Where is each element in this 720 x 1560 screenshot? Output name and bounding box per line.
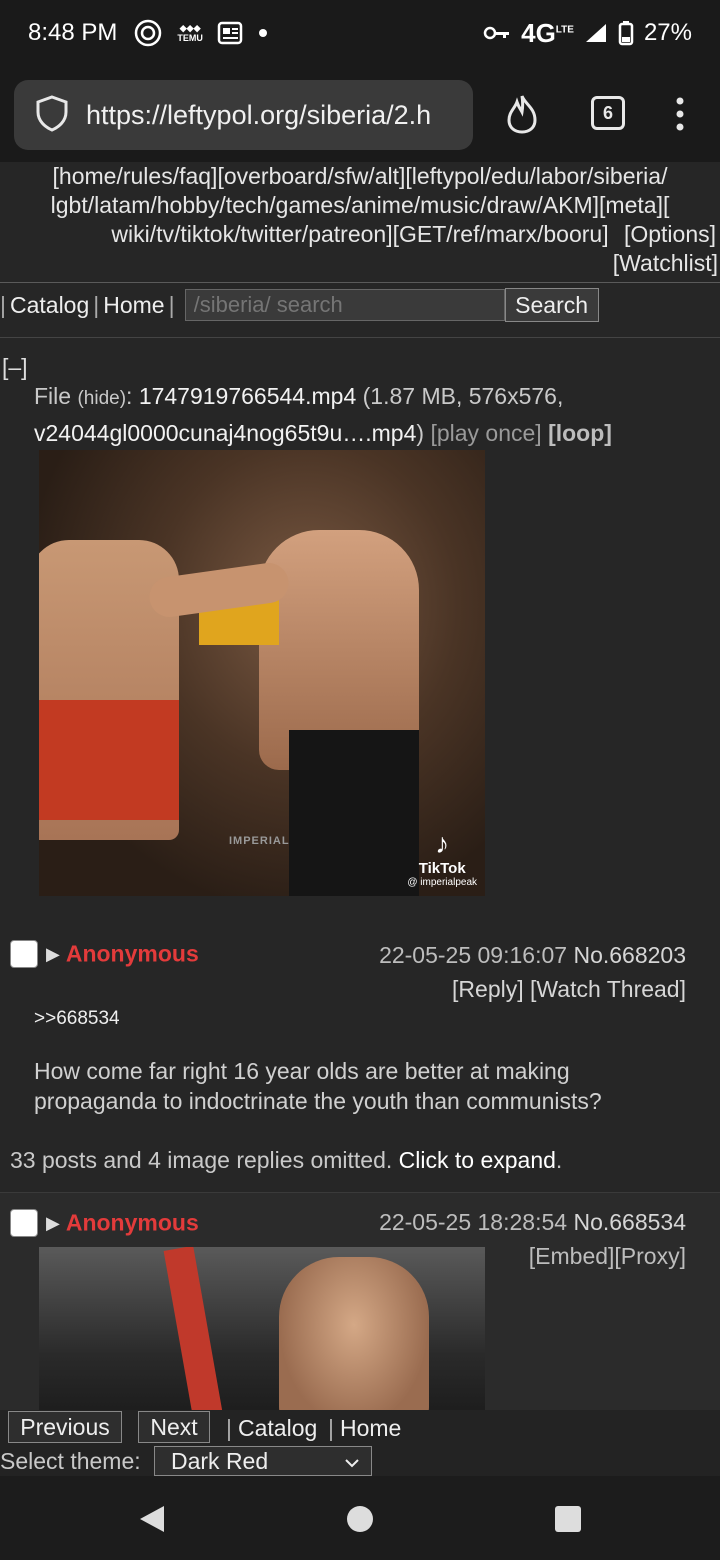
file-name-link[interactable]: 1747919766544.mp4 (139, 383, 356, 409)
post-date: 22-05-25 09:16:07 (379, 942, 568, 968)
hide-file-link[interactable]: (hide) (77, 388, 126, 409)
status-time: 8:48 PM (28, 19, 118, 46)
board-list: [home/rules/faq][overboard/sfw/alt][left… (0, 162, 720, 278)
reply-header: ▶ Anonymous (10, 1209, 199, 1237)
play-once-link[interactable]: [play once] (430, 420, 541, 446)
search-input[interactable] (184, 289, 505, 321)
notification-icons: ◆◆◆ TEMU (133, 18, 269, 48)
reply-link[interactable]: [Reply] (452, 976, 524, 1002)
theme-select[interactable]: Dark Red (154, 1446, 372, 1476)
next-button[interactable]: Next (138, 1411, 210, 1443)
recents-icon[interactable] (554, 1505, 582, 1538)
temu-icon: ◆◆◆ TEMU (177, 23, 203, 43)
page-content: [home/rules/faq][overboard/sfw/alt][left… (0, 162, 720, 1410)
video-figure (39, 700, 179, 820)
file-original-name: v24044gl0000cunaj4nog65t9u….mp4 (34, 420, 417, 446)
top-nav: | Catalog | Home | Search (0, 285, 720, 325)
battery-percent: 27% (643, 19, 692, 46)
status-right: 4GLTE 27% (483, 18, 692, 49)
poster-name: Anonymous (65, 940, 199, 967)
home-link[interactable]: Home (103, 292, 164, 319)
post-date: 22-05-25 18:28:54 (379, 1209, 568, 1235)
omitted-period: . (555, 1147, 563, 1173)
address-bar[interactable]: https://leftypol.org/siberia/2.h (14, 80, 473, 150)
video-watermark-imperial: IMPERIAL (229, 835, 290, 847)
theme-value: Dark Red (171, 1447, 269, 1474)
poster-name: Anonymous (65, 1209, 199, 1236)
board-list-line-2[interactable]: lgbt/latam/hobby/tech/games/anime/music/… (2, 191, 718, 220)
signal-icon (584, 22, 608, 44)
overflow-menu-icon[interactable] (674, 96, 686, 137)
video-figure (289, 730, 419, 896)
image-figure (163, 1247, 225, 1410)
post-body: How come far right 16 year olds are bett… (34, 1058, 602, 1114)
previous-button[interactable]: Previous (8, 1411, 122, 1443)
nav-sep: | (168, 291, 175, 318)
omitted-text: 33 posts and 4 image replies omitted. (10, 1147, 393, 1173)
select-post-checkbox[interactable] (10, 1209, 38, 1237)
post-number-link[interactable]: No.668203 (573, 942, 686, 968)
loop-link[interactable]: [loop] (548, 420, 612, 446)
tiktok-handle: @ imperialpeak (407, 877, 477, 888)
tiktok-watermark: ♪ TikTok @ imperialpeak (407, 828, 477, 888)
browser-toolbar: https://leftypol.org/siberia/2.h 6 (0, 66, 720, 162)
network-type: 4GLTE (521, 17, 574, 48)
tiktok-icon: ♪ (435, 828, 450, 859)
status-bar: 8:48 PM ◆◆◆ TEMU 4GLTE 27% (0, 0, 720, 66)
dot-icon (257, 27, 269, 39)
nav-sep: | (93, 291, 100, 318)
fire-icon[interactable] (505, 94, 539, 139)
image-figure (279, 1257, 429, 1410)
key-icon (483, 24, 511, 42)
file-info: File (hide): 1747919766544.mp4 (1.87 MB,… (0, 379, 720, 450)
file-colon: : (126, 383, 133, 409)
news-icon (217, 21, 243, 45)
shield-icon[interactable] (34, 94, 70, 137)
nav-sep: | (0, 291, 6, 318)
url-text[interactable]: https://leftypol.org/siberia/2.h (86, 100, 431, 131)
omitted-notice: 33 posts and 4 image replies omitted. Cl… (10, 1147, 562, 1174)
catalog-link[interactable]: Catalog (238, 1415, 317, 1442)
nav-sep: | (328, 1415, 334, 1441)
video-thumbnail[interactable]: IMPERIAL ♪ TikTok @ imperialpeak (39, 450, 485, 896)
post-meta: 22-05-25 09:16:07 No.668203 [Reply] [Wat… (379, 942, 686, 1009)
select-theme-label: Select theme: (0, 1448, 141, 1474)
board-list-line-3: wiki/tv/tiktok/twitter/patreon][GET/ref/… (2, 220, 718, 249)
reply-image-thumbnail[interactable] (39, 1247, 485, 1410)
post-menu-triangle-icon[interactable]: ▶ (46, 1213, 60, 1233)
search-button[interactable]: Search (504, 288, 599, 322)
tab-count-button[interactable]: 6 (591, 96, 625, 130)
op-post: ▶ Anonymous 22-05-25 09:16:07 No.668203 [… (0, 940, 720, 1002)
quote-link[interactable]: >>668534 (34, 1008, 120, 1030)
board-list-line-3-links[interactable]: wiki/tv/tiktok/twitter/patreon][GET/ref/… (111, 221, 608, 247)
divider (0, 282, 720, 283)
chevron-down-icon (343, 1451, 361, 1478)
watchlist-link[interactable]: [Watchlist] (2, 249, 718, 278)
nav-sep: | (226, 1415, 232, 1441)
pinwheel-icon (133, 18, 163, 48)
reply-post: ▶ Anonymous 22-05-25 18:28:54 No.668534 [… (0, 1192, 720, 1410)
tiktok-label: TikTok (418, 860, 466, 877)
system-nav-bar (0, 1476, 720, 1560)
home-link[interactable]: Home (340, 1415, 401, 1442)
collapse-thread-toggle[interactable]: [–] (0, 354, 720, 381)
file-meta-close: ) (416, 420, 425, 446)
post-menu-triangle-icon[interactable]: ▶ (46, 944, 60, 964)
proxy-link[interactable]: [Proxy] (614, 1243, 686, 1269)
catalog-link[interactable]: Catalog (10, 292, 89, 319)
post-number-link[interactable]: No.668534 (573, 1209, 686, 1235)
file-label: File (34, 383, 72, 409)
file-meta: (1.87 MB, 576x576, (362, 383, 564, 409)
expand-link[interactable]: Click to expand (399, 1147, 556, 1173)
battery-icon (618, 20, 634, 46)
home-circle-icon[interactable] (346, 1505, 374, 1538)
page-bottom-nav: Previous Next | Catalog | Home Select th… (0, 1410, 720, 1476)
board-list-line-1[interactable]: [home/rules/faq][overboard/sfw/alt][left… (2, 162, 718, 191)
select-post-checkbox[interactable] (10, 940, 38, 968)
options-link[interactable]: [Options] (624, 220, 716, 249)
embed-link[interactable]: [Embed] (529, 1243, 615, 1269)
divider (0, 337, 720, 338)
back-icon[interactable] (138, 1504, 166, 1539)
watch-thread-link[interactable]: [Watch Thread] (530, 976, 686, 1002)
